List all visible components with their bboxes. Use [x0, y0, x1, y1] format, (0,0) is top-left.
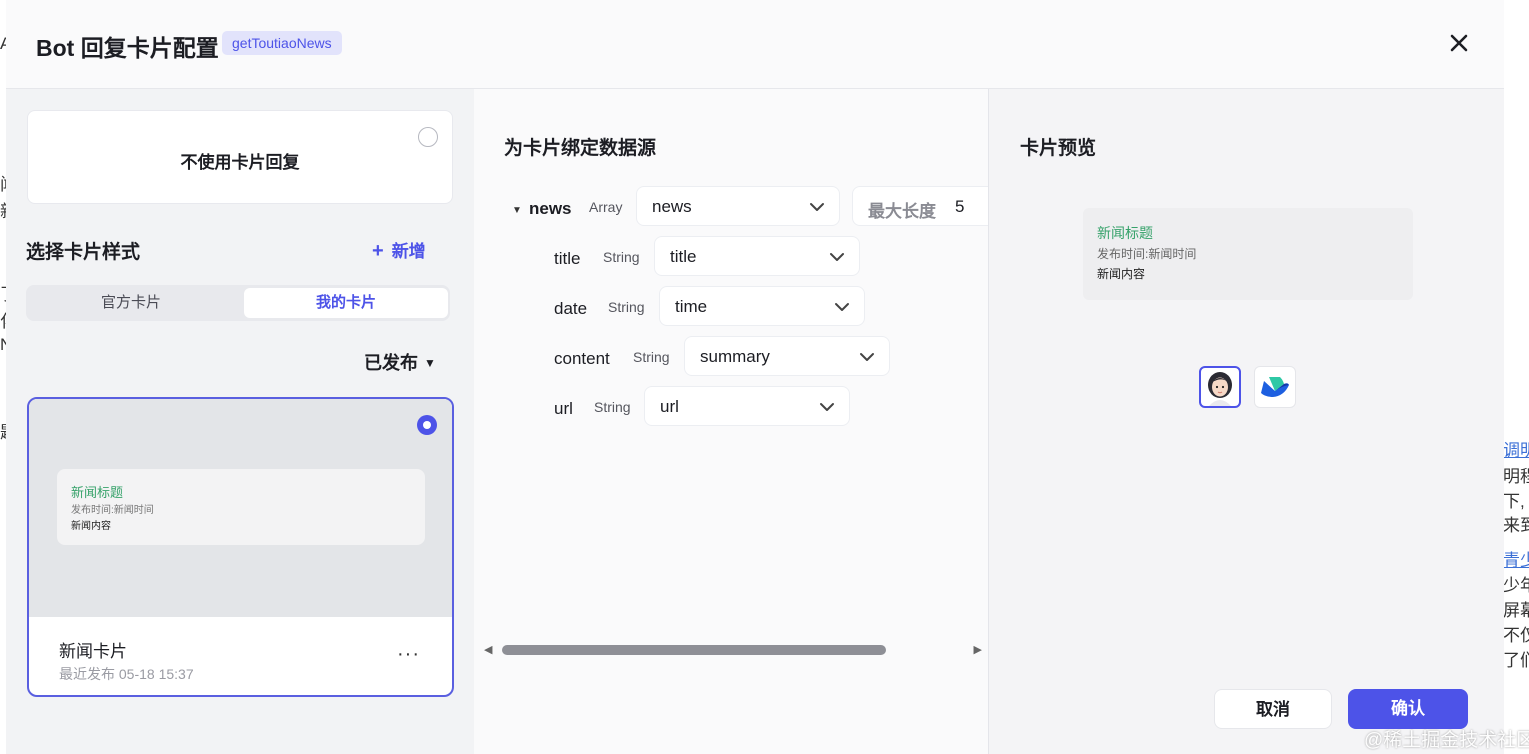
select-card-style-title: 选择卡片样式: [26, 242, 141, 263]
select-value: title: [670, 247, 697, 266]
date-source-select[interactable]: time: [659, 286, 865, 326]
preview-news-content: 新闻内容: [1097, 267, 1146, 281]
preview-news-time: 发布时间:新闻时间: [1097, 247, 1197, 261]
close-button[interactable]: [1446, 30, 1472, 56]
thumbnail-title: 新闻标题: [71, 485, 124, 500]
tab-official-cards[interactable]: 官方卡片: [29, 288, 233, 318]
card-selected-radio[interactable]: [417, 415, 437, 435]
thumbnail-subtitle: 发布时间:新闻时间: [71, 505, 154, 516]
filter-label: 已发布: [364, 353, 418, 373]
scroll-right-icon[interactable]: ▶: [974, 643, 982, 656]
horizontal-scrollbar[interactable]: ◀ ▶: [484, 641, 988, 657]
close-icon: [1450, 34, 1468, 52]
plugin-tag: getToutiaoNews: [222, 31, 342, 55]
confirm-button[interactable]: 确认: [1348, 689, 1468, 729]
field-type: String: [594, 399, 631, 415]
plus-icon: +: [372, 240, 384, 262]
field-name-date: date: [554, 299, 588, 318]
avatar-icon: [1208, 372, 1232, 406]
field-type: Array: [589, 199, 623, 215]
collapse-triangle-icon[interactable]: ▼: [512, 205, 522, 216]
more-options-button[interactable]: ···: [397, 643, 420, 666]
feishu-logo-icon: [1261, 377, 1289, 397]
card-item-news[interactable]: 新闻标题 发布时间:新闻时间 新闻内容 新闻卡片 最近发布 05-18 15:3…: [27, 397, 454, 697]
news-source-select[interactable]: news: [636, 186, 840, 226]
data-binding-title: 为卡片绑定数据源: [504, 138, 657, 159]
scrollbar-thumb[interactable]: [502, 645, 886, 655]
scroll-left-icon[interactable]: ◀: [484, 643, 492, 656]
bg-text: 明程: [1503, 467, 1529, 486]
chevron-down-icon: [820, 403, 834, 411]
max-length-label: 最大长度: [868, 202, 936, 221]
add-card-button[interactable]: + 新增: [372, 237, 426, 263]
bg-text: 了们: [1503, 651, 1529, 670]
modal-title: Bot 回复卡片配置: [36, 35, 219, 61]
no-card-label: 不使用卡片回复: [180, 153, 300, 172]
select-value: news: [652, 197, 692, 216]
modal-header: Bot 回复卡片配置 getToutiaoNews: [6, 0, 1504, 89]
field-name-url: url: [554, 399, 573, 418]
thumbnail-content: 新闻内容: [71, 521, 111, 532]
select-value: url: [660, 397, 679, 416]
data-binding-panel: 为卡片绑定数据源 ▼ news Array news 最大长度 5 title …: [474, 89, 992, 754]
background-page-right: 调明 明程 下, 来到 青少 少年 屏幕 不仅 了们: [1503, 0, 1529, 754]
max-length-input[interactable]: 最大长度 5: [852, 186, 992, 226]
field-name-news: news: [529, 199, 572, 218]
card-source-tabs: 官方卡片 我的卡片: [26, 285, 450, 321]
no-card-radio[interactable]: [418, 127, 438, 147]
select-value: summary: [700, 347, 770, 366]
thumbnail-preview-card: 新闻标题 发布时间:新闻时间 新闻内容: [57, 469, 425, 545]
card-style-panel: 不使用卡片回复 选择卡片样式 + 新增 官方卡片 我的卡片 已发布 ▼ 新闻标题 发…: [6, 89, 474, 754]
card-thumbnail: 新闻标题 发布时间:新闻时间 新闻内容: [29, 399, 452, 617]
bg-text: 下,: [1503, 492, 1525, 511]
field-type: String: [633, 349, 670, 365]
chevron-down-icon: [835, 303, 849, 311]
chevron-down-icon: [860, 353, 874, 361]
field-type: String: [603, 249, 640, 265]
no-card-option[interactable]: 不使用卡片回复: [27, 110, 453, 204]
card-publish-time: 最近发布 05-18 15:37: [59, 666, 194, 682]
card-preview-panel: 卡片预览 新闻标题 发布时间:新闻时间 新闻内容: [988, 89, 1504, 754]
caret-down-icon: ▼: [424, 356, 436, 370]
bg-text: 屏幕: [1503, 601, 1529, 620]
preview-card: 新闻标题 发布时间:新闻时间 新闻内容: [1083, 208, 1413, 300]
title-source-select[interactable]: title: [654, 236, 860, 276]
cancel-button[interactable]: 取消: [1214, 689, 1332, 729]
field-name-content: content: [554, 349, 610, 368]
chevron-down-icon: [810, 203, 824, 211]
content-source-select[interactable]: summary: [684, 336, 890, 376]
chevron-down-icon: [830, 253, 844, 261]
bg-link[interactable]: 青少: [1503, 546, 1529, 571]
platform-feishu-button[interactable]: [1254, 366, 1296, 408]
url-source-select[interactable]: url: [644, 386, 850, 426]
field-type: String: [608, 299, 645, 315]
tab-my-cards[interactable]: 我的卡片: [244, 288, 448, 318]
card-name: 新闻卡片: [59, 642, 127, 661]
bg-text: 少年: [1503, 576, 1529, 595]
preview-news-title: 新闻标题: [1097, 225, 1153, 241]
watermark: @稀土掘金技术社区: [1364, 730, 1529, 751]
add-card-label: 新增: [391, 242, 426, 261]
field-name-title: title: [554, 249, 581, 268]
bg-link[interactable]: 调明: [1503, 436, 1529, 461]
max-length-value: 5: [955, 197, 965, 216]
card-config-modal: Bot 回复卡片配置 getToutiaoNews 不使用卡片回复 选择卡片样式…: [6, 0, 1504, 754]
bg-text: 来到: [1503, 516, 1529, 535]
select-value: time: [675, 297, 708, 316]
bg-text: 不仅: [1503, 626, 1529, 645]
card-preview-title: 卡片预览: [1020, 138, 1097, 159]
publish-status-filter[interactable]: 已发布 ▼: [364, 349, 436, 375]
platform-avatar-button[interactable]: [1199, 366, 1241, 408]
